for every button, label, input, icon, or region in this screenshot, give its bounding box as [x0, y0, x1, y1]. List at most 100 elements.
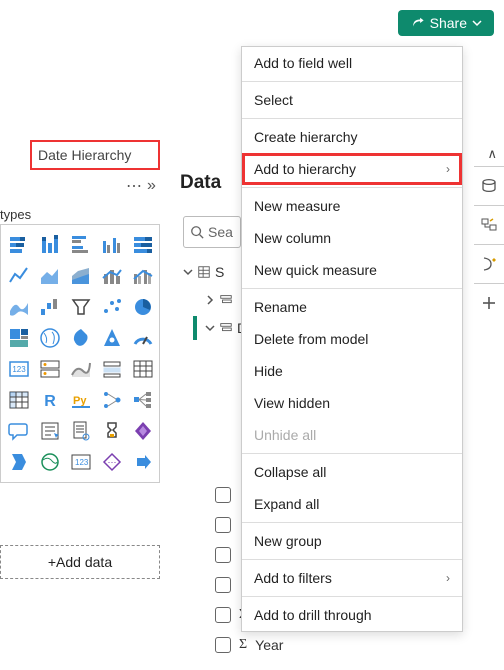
- viz-paginated-report[interactable]: [67, 417, 95, 445]
- share-icon: [410, 16, 425, 30]
- hierarchy-icon: [219, 293, 233, 307]
- data-view-button[interactable]: [474, 167, 504, 205]
- ctx-collapse-all[interactable]: Collapse all: [242, 456, 462, 488]
- viz-line[interactable]: [5, 262, 33, 290]
- checkbox[interactable]: [215, 637, 231, 653]
- viz-azure-map[interactable]: [98, 324, 126, 352]
- checkbox[interactable]: [215, 547, 231, 563]
- checkbox[interactable]: [215, 517, 231, 533]
- ctx-delete-from-model[interactable]: Delete from model: [242, 323, 462, 355]
- ctx-new-group[interactable]: New group: [242, 525, 462, 557]
- ctx-rename[interactable]: Rename: [242, 291, 462, 323]
- viz-power-apps[interactable]: [129, 417, 157, 445]
- ctx-add-to-drill-through[interactable]: Add to drill through: [242, 599, 462, 631]
- viz-kpi[interactable]: [67, 355, 95, 383]
- viz-waterfall[interactable]: [36, 293, 64, 321]
- checkbox[interactable]: [215, 487, 231, 503]
- ctx-add-to-field-well[interactable]: Add to field well: [242, 47, 462, 79]
- expand-chevrons-icon: »: [147, 177, 157, 195]
- share-button[interactable]: Share: [398, 10, 494, 36]
- viz-map[interactable]: [36, 324, 64, 352]
- model-view-button[interactable]: [474, 206, 504, 244]
- viz-key-influencers[interactable]: [98, 386, 126, 414]
- pane-overflow[interactable]: ⋯ »: [126, 176, 157, 196]
- svg-text:R: R: [44, 393, 56, 410]
- viz-treemap[interactable]: [5, 324, 33, 352]
- viz-stacked-column[interactable]: [36, 231, 64, 259]
- viz-more-options[interactable]: [129, 448, 157, 476]
- viz-table[interactable]: [129, 355, 157, 383]
- viz-funnel[interactable]: [67, 293, 95, 321]
- viz-matrix[interactable]: [5, 386, 33, 414]
- dax-view-button[interactable]: [474, 245, 504, 283]
- ctx-create-hierarchy[interactable]: Create hierarchy: [242, 121, 462, 153]
- viz-smart-narrative[interactable]: [36, 417, 64, 445]
- chevron-down-icon: [183, 267, 193, 277]
- context-menu: Add to field well Select Create hierarch…: [241, 46, 463, 632]
- chevron-right-icon: ›: [446, 571, 450, 585]
- ctx-unhide-all: Unhide all: [242, 419, 462, 451]
- viz-100-stacked-bar[interactable]: [129, 231, 157, 259]
- tree-table-row[interactable]: S: [183, 258, 247, 286]
- types-label: types: [0, 207, 31, 222]
- field-year[interactable]: Σ Year: [215, 630, 349, 660]
- viz-pie[interactable]: [129, 293, 157, 321]
- ctx-new-quick-measure[interactable]: New quick measure: [242, 254, 462, 286]
- viz-get-more[interactable]: ⋯: [98, 448, 126, 476]
- ellipsis-icon: ⋯: [126, 176, 143, 196]
- hierarchy-icon: [219, 321, 233, 335]
- viz-stacked-bar[interactable]: [5, 231, 33, 259]
- date-hierarchy-label: Date Hierarchy: [30, 140, 160, 170]
- sigma-icon: Σ: [239, 637, 247, 653]
- right-toolstrip: [474, 142, 504, 322]
- viz-filled-map[interactable]: [67, 324, 95, 352]
- viz-gauge[interactable]: [129, 324, 157, 352]
- viz-clustered-column[interactable]: [98, 231, 126, 259]
- viz-card-new[interactable]: 123: [67, 448, 95, 476]
- svg-text:Py: Py: [73, 395, 87, 407]
- ctx-new-column[interactable]: New column: [242, 222, 462, 254]
- ctx-hide[interactable]: Hide: [242, 355, 462, 387]
- ctx-view-hidden[interactable]: View hidden: [242, 387, 462, 419]
- ctx-new-measure[interactable]: New measure: [242, 190, 462, 222]
- svg-text:123: 123: [12, 365, 26, 374]
- checkbox[interactable]: [215, 607, 231, 623]
- field-label: Year: [255, 637, 283, 653]
- chevron-right-icon: ›: [446, 162, 450, 176]
- search-placeholder: Sea: [208, 224, 233, 240]
- viz-ribbon[interactable]: [5, 293, 33, 321]
- viz-goals[interactable]: [98, 417, 126, 445]
- viz-multi-row-card[interactable]: [36, 355, 64, 383]
- viz-py-visual[interactable]: Py: [67, 386, 95, 414]
- viz-line-clustered-column[interactable]: [129, 262, 157, 290]
- add-data-button[interactable]: +Add data: [0, 545, 160, 579]
- viz-decomposition-tree[interactable]: [129, 386, 157, 414]
- chevron-down-icon: [472, 18, 482, 28]
- viz-qa[interactable]: [5, 417, 33, 445]
- chevron-right-icon: [205, 295, 215, 305]
- search-icon: [190, 225, 204, 239]
- ctx-expand-all[interactable]: Expand all: [242, 488, 462, 520]
- svg-text:⋯: ⋯: [108, 457, 117, 467]
- viz-card[interactable]: 123: [5, 355, 33, 383]
- ctx-select[interactable]: Select: [242, 84, 462, 116]
- viz-clustered-bar[interactable]: [67, 231, 95, 259]
- search-input[interactable]: Sea: [183, 216, 241, 248]
- viz-area[interactable]: [36, 262, 64, 290]
- viz-stacked-area[interactable]: [67, 262, 95, 290]
- share-label: Share: [430, 15, 467, 31]
- ctx-add-to-filters[interactable]: Add to filters›: [242, 562, 462, 594]
- add-view-button[interactable]: [474, 284, 504, 322]
- viz-r-visual[interactable]: R: [36, 386, 64, 414]
- table-icon: [197, 265, 211, 279]
- viz-line-stacked-column[interactable]: [98, 262, 126, 290]
- viz-slicer[interactable]: [98, 355, 126, 383]
- field-tree: S D: [183, 258, 247, 342]
- viz-arcgis[interactable]: [36, 448, 64, 476]
- checkbox[interactable]: [215, 577, 231, 593]
- viz-scatter[interactable]: [98, 293, 126, 321]
- data-pane-heading: Data: [180, 172, 221, 194]
- ctx-add-to-hierarchy[interactable]: Add to hierarchy›: [242, 153, 462, 185]
- svg-text:123: 123: [75, 458, 89, 467]
- viz-power-automate[interactable]: [5, 448, 33, 476]
